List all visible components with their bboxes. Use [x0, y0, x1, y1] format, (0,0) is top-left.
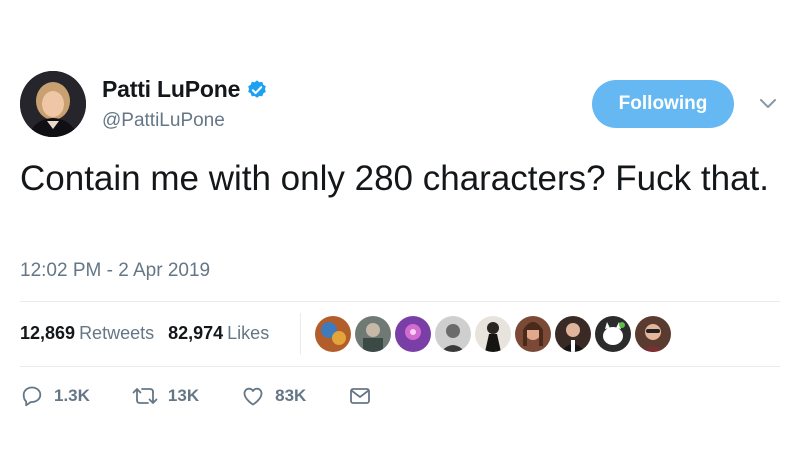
tweet-card: Patti LuPone @PattiLuPone Following Cont… — [0, 0, 800, 450]
verified-icon — [246, 79, 268, 101]
chevron-down-icon[interactable] — [759, 97, 777, 111]
liker-avatar[interactable] — [595, 316, 631, 352]
tweet-stats: 12,869 Retweets 82,974 Likes — [20, 323, 269, 344]
liker-avatar[interactable] — [515, 316, 551, 352]
author-display-name[interactable]: Patti LuPone — [102, 76, 240, 103]
liker-avatar[interactable] — [315, 316, 351, 352]
retweet-count: 13K — [167, 386, 200, 405]
likes-label: Likes — [227, 323, 270, 343]
reply-count: 1.3K — [54, 386, 90, 405]
like-count: 83K — [275, 386, 307, 405]
liker-avatars — [315, 316, 675, 352]
heart-icon — [241, 384, 265, 408]
like-button[interactable]: 83K — [241, 384, 306, 408]
divider — [20, 301, 780, 302]
retweets-stat[interactable]: 12,869 Retweets — [20, 323, 154, 344]
likes-count: 82,974 — [168, 323, 224, 343]
tweet-text: Contain me with only 280 characters? Fuc… — [20, 159, 769, 198]
following-button[interactable]: Following — [592, 80, 734, 128]
tweet-timestamp[interactable]: 12:02 PM - 2 Apr 2019 — [20, 260, 210, 282]
liker-avatar[interactable] — [555, 316, 591, 352]
liker-avatar[interactable] — [395, 316, 431, 352]
tweet-actions: 1.3K 13K 83K — [20, 384, 414, 408]
retweet-icon — [132, 384, 158, 408]
direct-message-button[interactable] — [348, 384, 372, 408]
reply-icon — [20, 384, 44, 408]
retweets-count: 12,869 — [20, 323, 76, 343]
author-avatar[interactable] — [20, 71, 86, 137]
liker-avatar[interactable] — [355, 316, 391, 352]
divider — [20, 366, 780, 367]
author-name-row: Patti LuPone — [102, 76, 268, 103]
retweet-button[interactable]: 13K — [132, 384, 199, 408]
stats-separator — [300, 313, 301, 355]
reply-button[interactable]: 1.3K — [20, 384, 90, 408]
retweets-label: Retweets — [79, 323, 155, 343]
liker-avatar[interactable] — [435, 316, 471, 352]
envelope-icon — [348, 384, 372, 408]
author-handle[interactable]: @PattiLuPone — [102, 110, 225, 132]
liker-avatar[interactable] — [635, 316, 671, 352]
liker-avatar[interactable] — [475, 316, 511, 352]
likes-stat[interactable]: 82,974 Likes — [168, 323, 269, 344]
